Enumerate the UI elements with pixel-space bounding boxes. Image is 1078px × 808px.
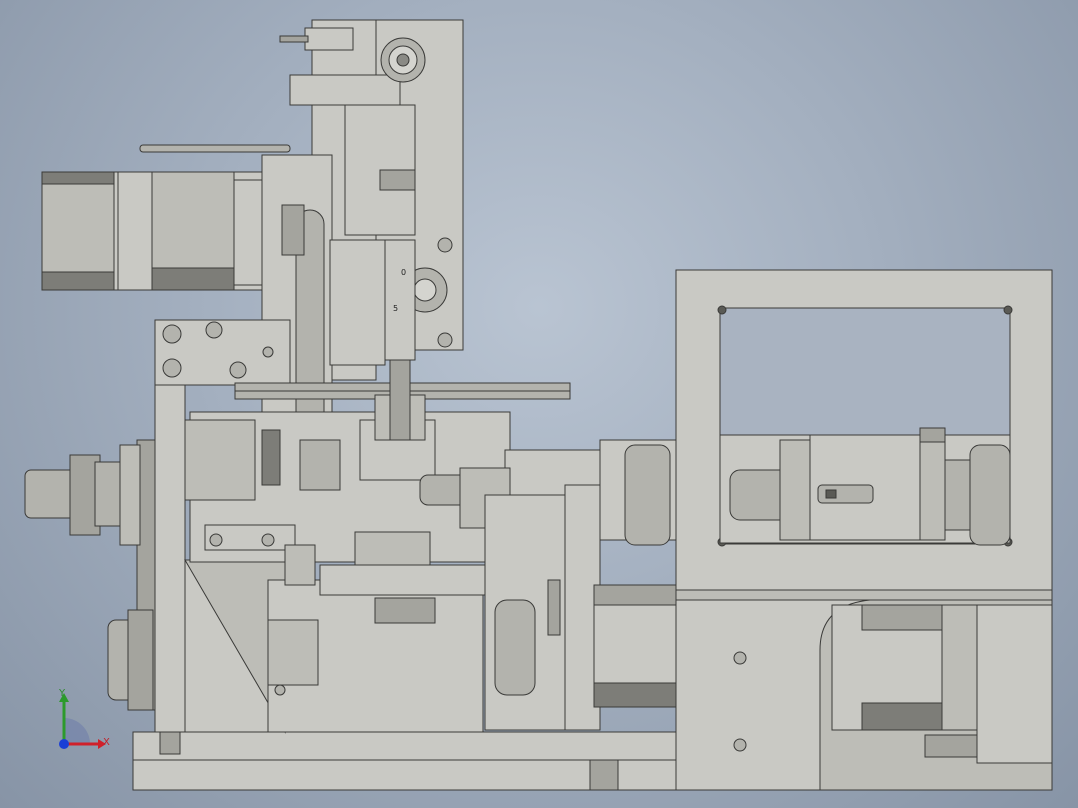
guide-rod — [139, 144, 291, 153]
machine-assembly-model[interactable]: 0 5 — [0, 0, 1078, 808]
part-label-0: 0 — [401, 268, 406, 277]
lower-roller — [494, 599, 536, 696]
left-column — [154, 379, 186, 733]
cad-viewport[interactable]: 0 5 X Y — [0, 0, 1078, 808]
right-end-pulley — [969, 444, 1011, 546]
axis-triad: X Y — [40, 680, 130, 760]
origin-dot — [59, 739, 69, 749]
base-pillar — [589, 759, 619, 791]
triad-arc — [64, 718, 90, 744]
x-axis-label: X — [103, 737, 110, 748]
y-axis-label: Y — [59, 688, 66, 699]
part-label-5: 5 — [393, 304, 398, 313]
center-pulley — [624, 444, 671, 546]
base-bolt — [159, 731, 181, 755]
